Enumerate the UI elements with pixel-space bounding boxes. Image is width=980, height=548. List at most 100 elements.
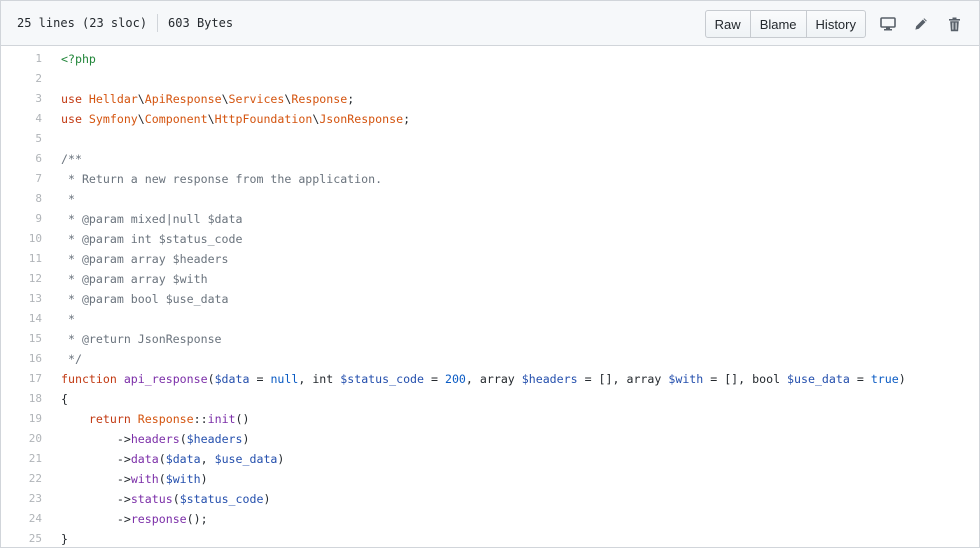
line-number[interactable]: 21: [1, 449, 61, 469]
code-token: /**: [61, 152, 82, 166]
code-token: Component: [144, 112, 208, 126]
code-token: response: [130, 512, 187, 526]
line-number[interactable]: 23: [1, 489, 61, 509]
line-content: * @return JsonResponse: [61, 329, 222, 349]
line-number[interactable]: 16: [1, 349, 61, 369]
code-token: =: [849, 372, 871, 386]
code-line: 23 ->status($status_code): [1, 489, 979, 509]
line-content: ->headers($headers): [61, 429, 250, 449]
code-token: }: [61, 532, 68, 546]
code-token: <?php: [61, 52, 96, 66]
line-number[interactable]: 6: [1, 149, 61, 169]
desktop-icon[interactable]: [877, 13, 899, 35]
line-number[interactable]: 12: [1, 269, 61, 289]
code-token: \: [137, 112, 145, 126]
code-line: 22 ->with($with): [1, 469, 979, 489]
line-number[interactable]: 22: [1, 469, 61, 489]
code-token: $status_code: [340, 372, 425, 386]
file-info: 25 lines (23 sloc) 603 Bytes: [1, 14, 233, 32]
code-line: 13 * @param bool $use_data: [1, 289, 979, 309]
code-token: \: [137, 92, 145, 106]
code-token: =: [424, 372, 445, 386]
code-line: 18{: [1, 389, 979, 409]
code-token: (): [235, 412, 250, 426]
code-line: 1 <?php: [1, 49, 979, 69]
code-token: $data: [214, 372, 250, 386]
line-number[interactable]: 15: [1, 329, 61, 349]
file-viewer: 25 lines (23 sloc) 603 Bytes Raw Blame H…: [0, 0, 980, 548]
line-content: {: [61, 389, 68, 409]
line-content: return Response::init(): [61, 409, 250, 429]
code-line: 8 *: [1, 189, 979, 209]
line-number[interactable]: 3: [1, 89, 61, 109]
line-number[interactable]: 1: [1, 49, 61, 69]
code-line: 2: [1, 69, 979, 89]
code-token: * @param array $with: [61, 272, 208, 286]
line-number[interactable]: 5: [1, 129, 61, 149]
code-line: 5: [1, 129, 979, 149]
code-token: \: [207, 112, 215, 126]
line-content: * @param mixed|null $data: [61, 209, 243, 229]
line-content: ->with($with): [61, 469, 208, 489]
blame-button[interactable]: Blame: [749, 10, 807, 38]
line-content: ->status($status_code): [61, 489, 271, 509]
code-token: ): [242, 432, 250, 446]
code-token: 200: [444, 372, 466, 386]
line-content: * @param bool $use_data: [61, 289, 229, 309]
code-token: Services: [228, 92, 285, 106]
line-number[interactable]: 2: [1, 69, 61, 89]
line-number[interactable]: 20: [1, 429, 61, 449]
history-button[interactable]: History: [805, 10, 866, 38]
code-token: HttpFoundation: [214, 112, 313, 126]
line-number[interactable]: 7: [1, 169, 61, 189]
code-token: $with: [165, 472, 201, 486]
code-token: return: [88, 412, 138, 426]
code-token: null: [270, 372, 299, 386]
line-number[interactable]: 4: [1, 109, 61, 129]
code-token: (: [207, 372, 215, 386]
line-content: <?php: [61, 49, 96, 69]
code-line: 11 * @param array $headers: [1, 249, 979, 269]
line-content: * Return a new response from the applica…: [61, 169, 382, 189]
info-divider: [157, 14, 159, 32]
code-token: $headers: [521, 372, 578, 386]
code-token: ::: [193, 412, 208, 426]
line-number[interactable]: 24: [1, 509, 61, 529]
code-line: 12 * @param array $with: [1, 269, 979, 289]
line-content: *: [61, 189, 75, 209]
code-token: , array: [465, 372, 522, 386]
code-token: function: [61, 372, 124, 386]
code-token: * @param mixed|null $data: [61, 212, 243, 226]
file-size: 603 Bytes: [168, 16, 234, 30]
line-content: */: [61, 349, 82, 369]
code-token: (: [172, 492, 180, 506]
line-number[interactable]: 19: [1, 409, 61, 429]
code-token: ApiResponse: [144, 92, 222, 106]
trash-icon[interactable]: [943, 13, 965, 35]
line-number[interactable]: 8: [1, 189, 61, 209]
code-token: ): [263, 492, 271, 506]
code-line: 17 function api_response($data = null, in…: [1, 369, 979, 389]
line-content: /**: [61, 149, 82, 169]
line-content: function api_response($data = null, int …: [61, 369, 906, 389]
code-token: , int: [298, 372, 341, 386]
line-number[interactable]: 17: [1, 369, 61, 389]
code-token: *: [61, 312, 75, 326]
code-line: 4 use Symfony\Component\HttpFoundation\Js…: [1, 109, 979, 129]
code-token: ;: [403, 112, 411, 126]
code-token: api_response: [123, 372, 208, 386]
code-line: 15 * @return JsonResponse: [1, 329, 979, 349]
pencil-icon[interactable]: [910, 13, 932, 35]
code-token: ,: [200, 452, 215, 466]
line-number[interactable]: 10: [1, 229, 61, 249]
line-number[interactable]: 13: [1, 289, 61, 309]
code-line: 16 */: [1, 349, 979, 369]
line-number[interactable]: 25: [1, 529, 61, 547]
code-token: = [], bool: [703, 372, 788, 386]
line-number[interactable]: 9: [1, 209, 61, 229]
line-number[interactable]: 11: [1, 249, 61, 269]
code-token: $headers: [186, 432, 243, 446]
line-number[interactable]: 14: [1, 309, 61, 329]
raw-button[interactable]: Raw: [704, 10, 751, 38]
line-number[interactable]: 18: [1, 389, 61, 409]
